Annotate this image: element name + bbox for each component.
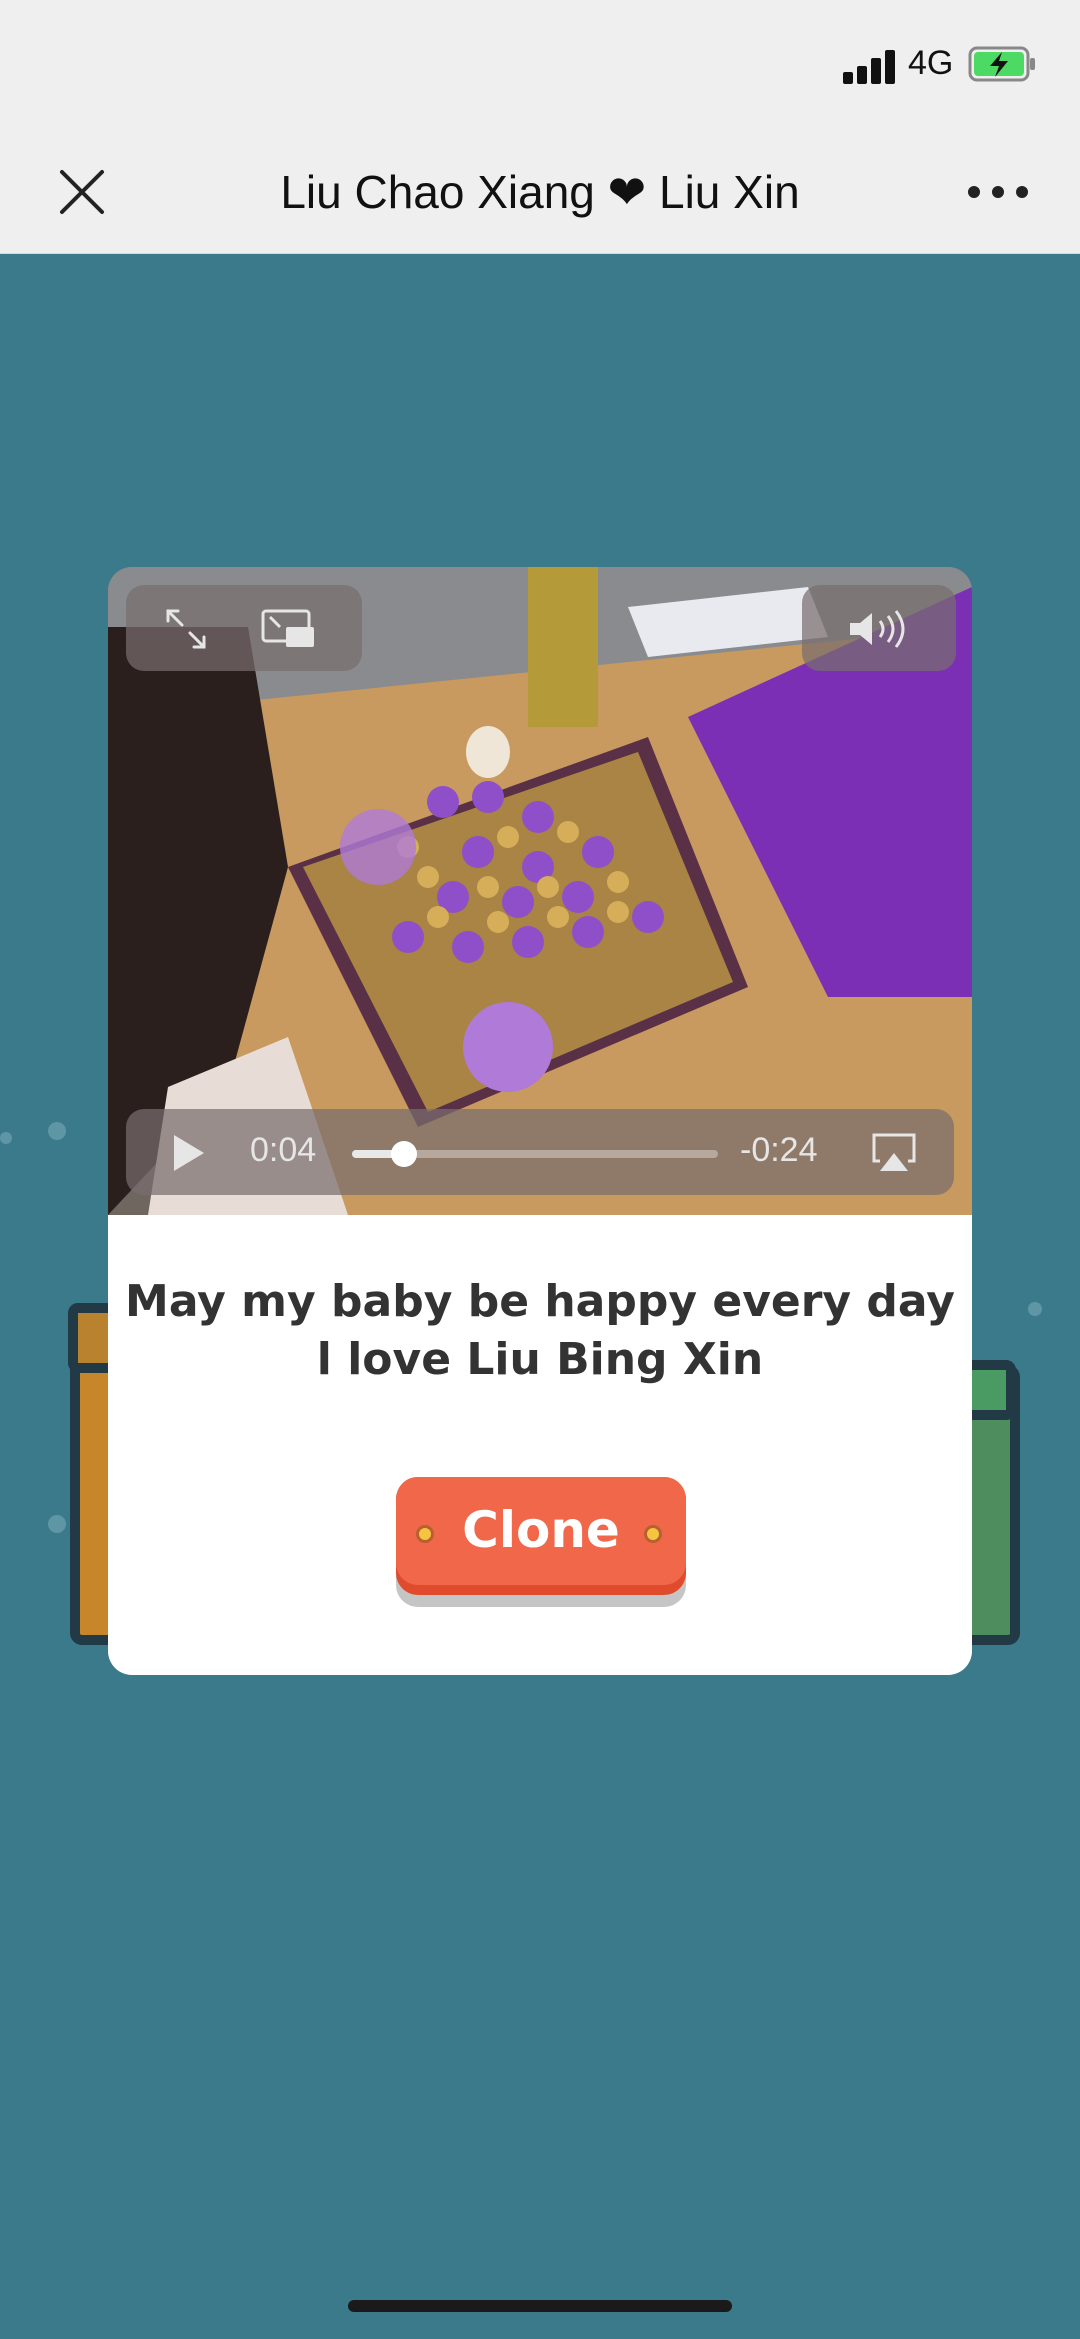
airplay-icon[interactable] [870,1131,918,1173]
decor-dot [1028,1302,1042,1316]
decor-dot [0,1132,12,1144]
message-card: 0:04 -0:24 May my baby be happy every da… [108,567,972,1675]
battery-icon [968,46,1038,82]
more-icon[interactable] [962,170,1034,214]
home-indicator [348,2300,732,2312]
video-player[interactable]: 0:04 -0:24 [108,567,972,1215]
volume-icon[interactable] [846,607,912,651]
fullscreen-icon[interactable] [164,607,208,651]
clone-button[interactable]: Clone [396,1477,686,1609]
scrubber-knob[interactable] [391,1141,418,1167]
network-label: 4G [908,44,954,82]
play-icon[interactable] [168,1133,208,1173]
video-scrubber[interactable] [352,1141,718,1167]
current-time: 0:04 [250,1131,317,1169]
remaining-time: -0:24 [740,1131,818,1169]
message-line-1: May my baby be happy every day [125,1276,955,1327]
status-bar: 4G [0,0,1080,130]
message-line-2: l love Liu Bing Xin [316,1334,764,1385]
picture-in-picture-icon[interactable] [260,607,316,651]
page-title: Liu Chao Xiang ❤ Liu Xin [280,166,800,218]
clone-button-label: Clone [462,1501,620,1559]
signal-icon [843,48,899,84]
message-text: May my baby be happy every day l love Li… [108,1273,972,1389]
video-top-left-controls [126,585,362,671]
video-bottom-controls: 0:04 -0:24 [126,1109,954,1195]
nav-bar: Liu Chao Xiang ❤ Liu Xin [0,130,1080,254]
video-top-right-controls [802,585,956,671]
close-icon[interactable] [50,160,114,224]
decor-dot [48,1515,66,1533]
decor-dot [48,1122,66,1140]
